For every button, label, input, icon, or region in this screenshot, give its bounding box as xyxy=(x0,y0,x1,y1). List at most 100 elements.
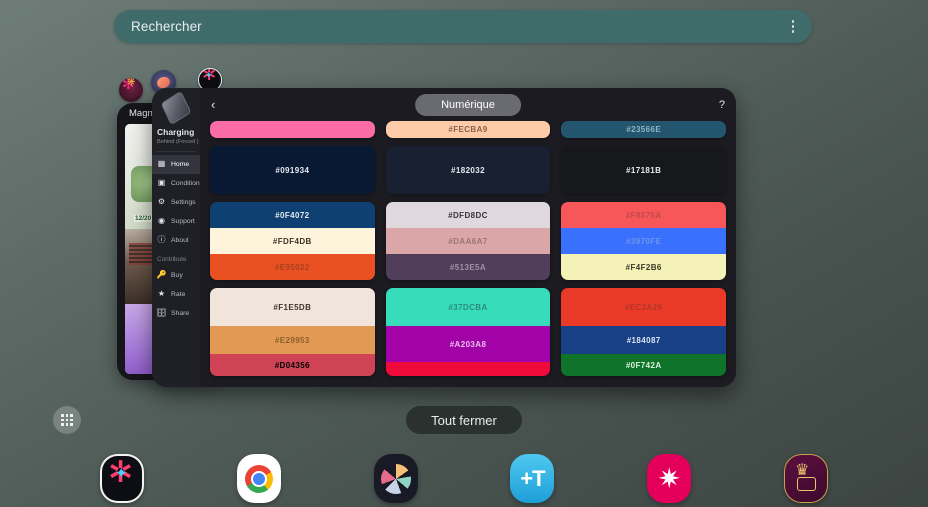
question-mark-icon[interactable]: ? xyxy=(719,99,725,111)
color-swatch[interactable]: #184087 xyxy=(561,326,727,354)
flower-glyph xyxy=(122,78,139,98)
palette-row: #FECBA9 #23566E xyxy=(210,121,727,138)
palette-card[interactable]: #091934 xyxy=(210,146,375,194)
text-glyph: +T xyxy=(520,465,545,491)
close-all-button[interactable]: Tout fermer xyxy=(406,406,522,434)
sidebar-item-label: Support xyxy=(171,217,195,225)
gallery-glyph xyxy=(107,456,137,494)
sidebar-item-home[interactable]: ▦ Home xyxy=(152,154,200,174)
color-swatch[interactable]: #EC3A29 xyxy=(561,288,727,326)
flower-glyph: ✷ xyxy=(657,462,681,494)
palette-main-area: ‹ Numérique ? #FECBA9 #23566E #091934 #1820… xyxy=(200,88,736,387)
palette-sidebar: Charging Behind (Forced ) ▦ Home ▣ Condi… xyxy=(152,88,200,387)
search-bar[interactable]: Rechercher xyxy=(114,10,812,43)
color-swatch[interactable]: #F8575A xyxy=(561,202,727,228)
palette-app-window[interactable]: Charging Behind (Forced ) ▦ Home ▣ Condi… xyxy=(152,88,736,387)
color-swatch[interactable]: #091934 xyxy=(210,146,375,194)
color-swatch[interactable]: #DAA6A7 xyxy=(385,228,551,254)
palette-grid[interactable]: #FECBA9 #23566E #091934 #182032 #17181B #0F40… xyxy=(200,121,736,387)
search-input[interactable]: Rechercher xyxy=(131,19,786,34)
color-swatch[interactable]: #3970FE xyxy=(561,228,727,254)
home-grid-icon: ▦ xyxy=(157,159,166,169)
burst-glyph xyxy=(201,69,219,89)
color-swatch[interactable]: #F1E5DB xyxy=(210,288,375,326)
app-logo-icon xyxy=(160,90,192,126)
grid-glyph xyxy=(61,414,73,426)
palette-card[interactable]: #37DCBA #A203A8 xyxy=(385,288,551,376)
sidebar-item-label: Rate xyxy=(171,290,186,298)
color-swatch[interactable]: #37DCBA xyxy=(385,288,551,326)
dock-gallery-icon[interactable] xyxy=(100,454,144,503)
dock-flower-icon[interactable]: ✷ xyxy=(647,454,692,503)
sidebar-app-subtitle: Behind (Forced ) xyxy=(157,138,199,145)
sidebar-item-about[interactable]: ⓘ About xyxy=(152,231,200,250)
key-icon: 🔑 xyxy=(156,270,167,280)
color-swatch[interactable]: #23566E xyxy=(561,121,727,138)
palette-card[interactable]: #182032 xyxy=(385,146,551,194)
apps-grid-icon[interactable] xyxy=(53,406,81,434)
flower-app-icon[interactable] xyxy=(119,78,143,102)
kebab-menu-icon[interactable] xyxy=(786,20,800,33)
palette-row: #F1E5DB #E29953 #D04356 #37DCBA #A203A8 #EC3A… xyxy=(210,288,727,376)
share-icon: 🗄 xyxy=(156,308,167,318)
sidebar-item-rate[interactable]: ★ Rate xyxy=(152,285,200,304)
palette-card[interactable]: #23566E xyxy=(561,121,727,138)
color-swatch[interactable]: #DFD8DC xyxy=(385,202,551,228)
palette-card[interactable]: #DFD8DC #DAA6A7 #513E5A xyxy=(385,202,551,280)
sidebar-item-label: Settings xyxy=(171,198,196,206)
color-swatch[interactable]: #0F4072 xyxy=(210,202,375,228)
dock-chrome-icon[interactable] xyxy=(236,454,281,503)
color-swatch[interactable] xyxy=(385,362,551,376)
sidebar-item-label: Home xyxy=(171,160,190,168)
palette-card[interactable]: #EC3A29 #184087 #0F742A xyxy=(561,288,727,376)
sidebar-item-label: Share xyxy=(171,309,190,317)
sidebar-item-condition[interactable]: ▣ Condition xyxy=(152,174,200,193)
category-pill[interactable]: Numérique xyxy=(415,93,521,116)
star-icon: ★ xyxy=(157,289,166,299)
dock: +T ✷ xyxy=(0,450,928,507)
color-swatch[interactable]: #17181B xyxy=(561,146,727,194)
palette-card[interactable]: #17181B xyxy=(561,146,727,194)
condition-icon: ▣ xyxy=(157,178,166,188)
dock-crown-icon[interactable] xyxy=(783,454,828,503)
sidebar-item-label: Condition xyxy=(171,179,200,187)
color-swatch[interactable]: #0F742A xyxy=(561,354,727,376)
color-swatch[interactable]: #D04356 xyxy=(210,354,375,376)
color-swatch[interactable]: #E95022 xyxy=(210,254,375,280)
dock-text-icon[interactable]: +T xyxy=(510,454,555,503)
color-swatch[interactable]: #A203A8 xyxy=(385,326,551,362)
palette-glyph xyxy=(380,463,411,494)
gear-icon: ⚙ xyxy=(157,197,166,207)
chevron-left-icon[interactable]: ‹ xyxy=(211,98,215,111)
sidebar-item-settings[interactable]: ⚙ Settings xyxy=(152,193,200,212)
color-swatch[interactable] xyxy=(210,121,375,138)
palette-card[interactable] xyxy=(210,121,375,138)
sidebar-app-name: Charging xyxy=(157,127,195,137)
sidebar-item-share[interactable]: 🗄 Share xyxy=(152,304,200,323)
sidebar-item-buy[interactable]: 🔑 Buy xyxy=(152,266,200,285)
color-swatch[interactable]: #FECBA9 xyxy=(385,121,551,138)
palette-row: #0F4072 #FDF4DB #E95022 #DFD8DC #DAA6A7 #513E… xyxy=(210,202,727,280)
chrome-glyph xyxy=(244,464,273,493)
crown-glyph xyxy=(793,460,819,492)
palette-card[interactable]: #F1E5DB #E29953 #D04356 xyxy=(210,288,375,376)
color-swatch[interactable]: #F4F2B6 xyxy=(561,254,727,280)
sidebar-divider xyxy=(156,150,196,152)
dock-palette-icon[interactable] xyxy=(373,454,418,503)
sidebar-item-label: About xyxy=(171,236,189,244)
contribute-section-label: Contribute xyxy=(157,255,187,263)
support-icon: ◉ xyxy=(158,216,165,226)
color-swatch[interactable]: #FDF4DB xyxy=(210,228,375,254)
color-swatch[interactable]: #E29953 xyxy=(210,326,375,354)
palette-header: ‹ Numérique ? xyxy=(200,88,736,121)
info-icon: ⓘ xyxy=(157,235,166,245)
color-swatch[interactable]: #182032 xyxy=(385,146,551,194)
color-swatch[interactable]: #513E5A xyxy=(385,254,551,280)
palette-card[interactable]: #0F4072 #FDF4DB #E95022 xyxy=(210,202,375,280)
sidebar-item-support[interactable]: ◉ Support xyxy=(152,212,200,231)
palette-row: #091934 #182032 #17181B xyxy=(210,146,727,194)
sidebar-item-label: Buy xyxy=(171,271,183,279)
photo-date-label: 12/20 xyxy=(134,215,153,222)
palette-card[interactable]: #F8575A #3970FE #F4F2B6 xyxy=(561,202,727,280)
palette-card[interactable]: #FECBA9 xyxy=(385,121,551,138)
